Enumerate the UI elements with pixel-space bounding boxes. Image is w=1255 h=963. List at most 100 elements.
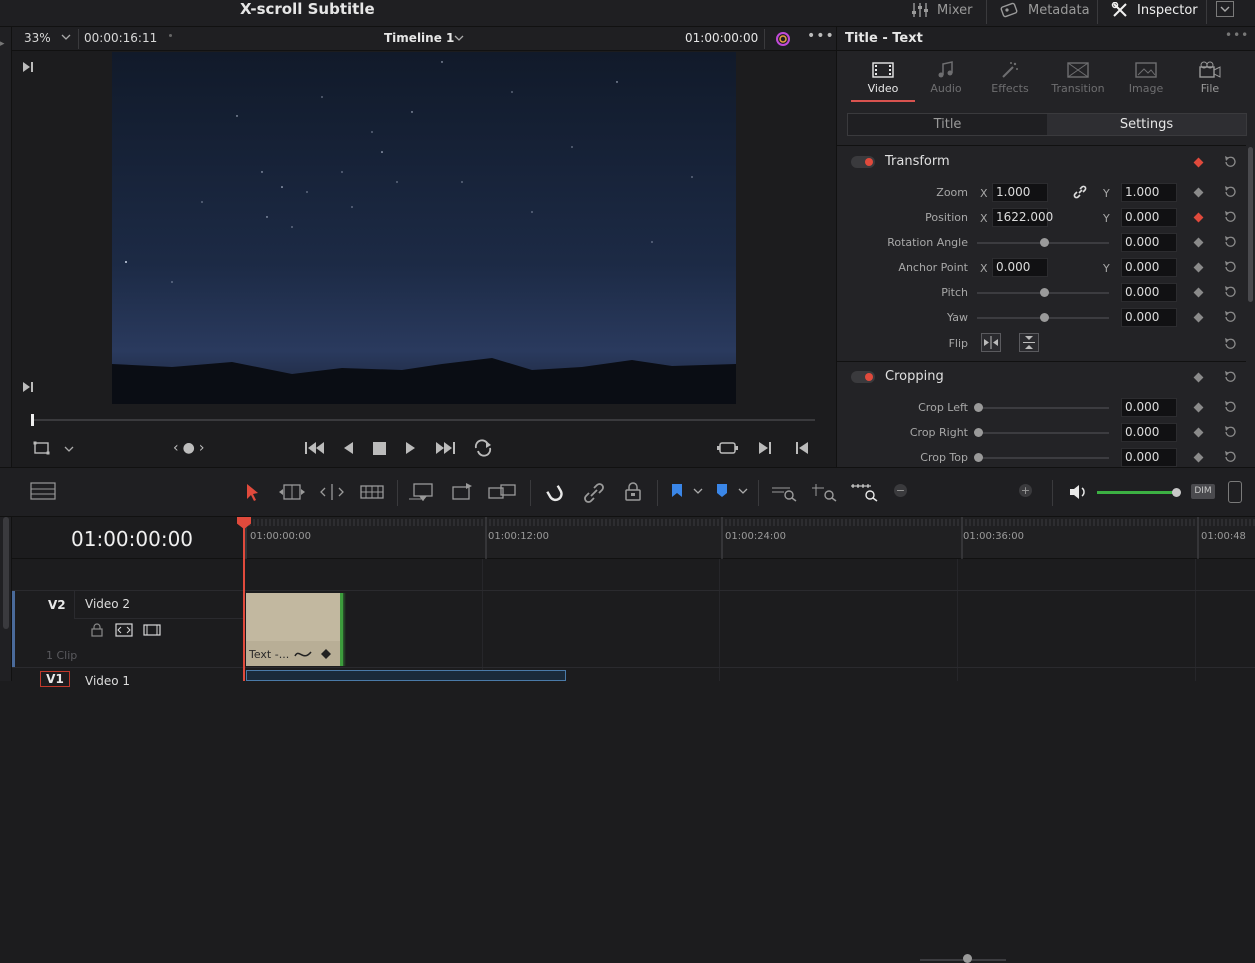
reset-icon[interactable] [1223, 400, 1237, 414]
crop-left-slider[interactable] [974, 403, 1109, 412]
lock-icon[interactable] [91, 623, 103, 637]
inspector-scrollbar[interactable] [1248, 147, 1253, 302]
reset-icon[interactable] [1223, 425, 1237, 439]
collapse-dropdown[interactable] [1216, 1, 1234, 17]
chevron-down-icon[interactable] [60, 32, 72, 42]
crop-top-field[interactable]: 0.000 [1121, 448, 1177, 467]
slider-knob[interactable] [974, 428, 983, 437]
more-options-icon[interactable]: ••• [1225, 28, 1249, 42]
full-extent-zoom-icon[interactable] [770, 482, 798, 502]
flag-icon[interactable] [670, 482, 684, 500]
previous-clip-icon[interactable] [795, 441, 809, 455]
anchor-y-field[interactable]: 0.000 [1121, 258, 1177, 277]
slider-knob[interactable] [1172, 488, 1181, 497]
tab-audio[interactable]: Audio [914, 58, 978, 95]
flip-vertical-button[interactable] [1019, 333, 1039, 352]
flip-horizontal-button[interactable] [981, 333, 1001, 352]
track-id-v1[interactable]: V1 [40, 671, 70, 687]
blade-tool-icon[interactable] [360, 482, 384, 502]
position-x-field[interactable]: 1622.000 [992, 208, 1053, 227]
viewer-scrubber[interactable] [31, 414, 815, 426]
keyframe-icon[interactable] [1193, 237, 1204, 248]
replace-clip-icon[interactable] [487, 482, 519, 502]
zoom-x-field[interactable]: 1.000 [992, 183, 1048, 202]
curve-icon[interactable] [294, 648, 312, 660]
track-name-v2[interactable]: Video 2 [85, 597, 130, 611]
keyframe-icon[interactable] [1193, 372, 1204, 383]
text-clip[interactable]: Text -... [246, 593, 346, 666]
trim-tool-icon[interactable] [278, 482, 306, 502]
chevron-down-icon[interactable] [63, 444, 75, 454]
crop-left-field[interactable]: 0.000 [1121, 398, 1177, 417]
vertical-scrollbar[interactable] [3, 517, 9, 629]
timeline-view-options-icon[interactable] [30, 482, 56, 500]
tab-image[interactable]: Image [1114, 58, 1178, 95]
video-clip[interactable] [246, 670, 566, 681]
crop-right-field[interactable]: 0.000 [1121, 423, 1177, 442]
chevron-down-icon[interactable] [453, 33, 465, 43]
keyframe-icon[interactable] [1193, 262, 1204, 273]
slider-knob[interactable] [963, 954, 972, 963]
marker-icon[interactable] [715, 482, 729, 500]
tab-video[interactable]: Video [851, 58, 915, 95]
anchor-x-field[interactable]: 0.000 [992, 258, 1048, 277]
overwrite-clip-icon[interactable] [450, 482, 476, 502]
play-reverse-icon[interactable] [342, 441, 354, 455]
transform-section-header[interactable]: Transform [837, 147, 1246, 177]
timeline-timecode[interactable]: 01:00:00:00 [71, 527, 193, 551]
subtab-settings[interactable]: Settings [1047, 114, 1246, 135]
loop-icon[interactable] [472, 439, 494, 457]
jog-control-icon[interactable]: ‹●› [173, 440, 208, 456]
keyframe-icon[interactable] [1193, 157, 1204, 168]
keyframe-icon[interactable] [1193, 312, 1204, 323]
reset-icon[interactable] [1223, 450, 1237, 464]
keyframe-toggle-icon[interactable] [320, 648, 332, 660]
tab-file[interactable]: File [1178, 58, 1242, 95]
keyframe-icon[interactable] [1193, 287, 1204, 298]
dim-button[interactable]: DIM [1191, 484, 1215, 499]
keyframe-icon[interactable] [1193, 402, 1204, 413]
tab-transition[interactable]: Transition [1046, 58, 1110, 95]
reset-icon[interactable] [1223, 210, 1237, 224]
slider-knob[interactable] [974, 403, 983, 412]
pitch-slider[interactable] [977, 288, 1109, 297]
reset-icon[interactable] [1223, 235, 1237, 249]
keyframe-icon[interactable] [1193, 212, 1204, 223]
selection-tool-icon[interactable] [244, 482, 260, 502]
next-clip-icon[interactable] [758, 441, 772, 455]
mixer-button[interactable]: Mixer [911, 0, 972, 20]
volume-slider[interactable] [1097, 491, 1176, 494]
reset-icon[interactable] [1223, 370, 1237, 384]
rotation-field[interactable]: 0.000 [1121, 233, 1177, 252]
slider-knob[interactable] [1040, 313, 1049, 322]
transform-toggle[interactable] [851, 156, 875, 168]
next-frame-marker-icon[interactable] [22, 61, 34, 73]
yaw-slider[interactable] [977, 313, 1109, 322]
chevron-down-icon[interactable] [737, 486, 749, 496]
go-to-end-icon[interactable] [434, 440, 456, 456]
reset-icon[interactable] [1223, 337, 1237, 351]
crop-right-slider[interactable] [974, 428, 1109, 437]
linked-selection-icon[interactable] [583, 482, 605, 504]
viewer-mode-icon[interactable] [33, 441, 51, 455]
track-enable-icon[interactable] [143, 624, 161, 636]
stop-icon[interactable] [373, 442, 386, 455]
rotation-slider[interactable] [977, 238, 1109, 247]
reset-icon[interactable] [1223, 285, 1237, 299]
detail-zoom-icon[interactable] [810, 482, 838, 502]
slider-knob[interactable] [974, 453, 983, 462]
clip-edge[interactable] [340, 593, 346, 666]
pitch-field[interactable]: 0.000 [1121, 283, 1177, 302]
color-wheel-icon[interactable] [774, 30, 792, 48]
zoom-level[interactable]: 33% [24, 31, 51, 45]
track-id-v2[interactable]: V2 [48, 598, 66, 612]
keyframe-icon[interactable] [1193, 452, 1204, 463]
cropping-toggle[interactable] [851, 371, 875, 383]
playhead[interactable] [237, 517, 251, 681]
timeline-name[interactable]: Timeline 1 [384, 31, 454, 45]
zoom-in-icon[interactable]: + [1019, 484, 1032, 497]
panel-toggle-icon[interactable] [1228, 481, 1242, 503]
reset-icon[interactable] [1223, 155, 1237, 169]
insert-clip-icon[interactable] [408, 482, 438, 502]
volume-icon[interactable] [1068, 482, 1088, 502]
